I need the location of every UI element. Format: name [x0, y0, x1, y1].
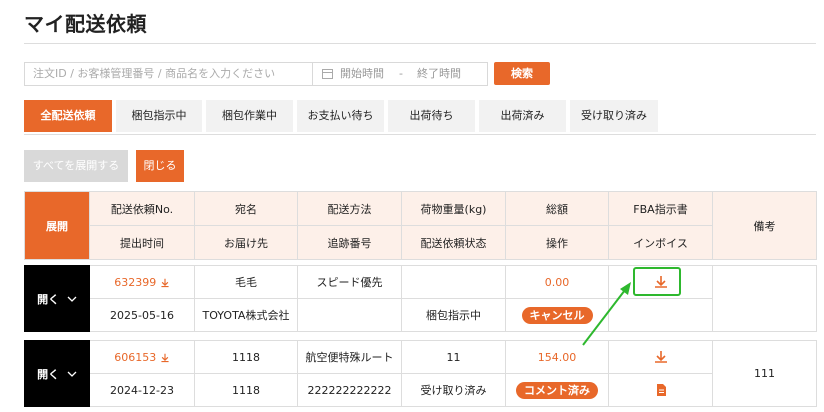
search-button[interactable]: 検索 — [494, 62, 550, 85]
invoice-cell[interactable] — [608, 373, 713, 407]
header-total: 総額 — [505, 191, 609, 226]
tab-packing-instruction[interactable]: 梱包指示中 — [116, 100, 202, 132]
order-total: 0.00 — [505, 265, 609, 299]
order-weight: 11 — [401, 340, 506, 374]
download-icon[interactable] — [160, 353, 170, 363]
start-time-field[interactable]: 開始時間 — [340, 63, 384, 85]
order-status: 梱包指示中 — [401, 298, 506, 332]
date-separator: - — [399, 67, 403, 80]
order-remarks: 111 — [712, 340, 817, 407]
order-tracking — [297, 298, 402, 332]
order-name: 1118 — [194, 340, 298, 374]
order-row: 開く 632399 毛毛 スピード優先 0.00 2025-05-16 TOYO… — [24, 265, 817, 332]
header-weight: 荷物重量(kg) — [401, 191, 506, 226]
page-title: マイ配送依頼 — [24, 12, 147, 36]
header-action: 操作 — [505, 225, 609, 260]
tab-packing-work[interactable]: 梱包作業中 — [206, 100, 293, 132]
download-icon[interactable] — [160, 278, 170, 288]
header-fba: FBA指示書 — [608, 191, 713, 226]
chevron-down-icon — [67, 296, 77, 302]
close-button[interactable]: 閉じる — [136, 150, 184, 182]
open-toggle[interactable]: 開く — [24, 265, 90, 332]
expand-all-button[interactable]: すべてを展開する — [24, 150, 128, 182]
order-name: 毛毛 — [194, 265, 298, 299]
tab-received[interactable]: 受け取り済み — [570, 100, 658, 132]
header-tracking: 追跡番号 — [297, 225, 402, 260]
end-time-field[interactable]: 終了時間 — [417, 63, 461, 85]
header-submit-time: 提出时间 — [89, 225, 195, 260]
order-method: 航空便特殊ルート — [297, 340, 402, 374]
highlight-box — [633, 267, 681, 296]
header-invoice: インボイス — [608, 225, 713, 260]
order-tracking: 222222222222 — [297, 373, 402, 407]
cancel-button[interactable]: キャンセル — [521, 306, 593, 324]
header-address: お届け先 — [194, 225, 298, 260]
header-name: 宛名 — [194, 191, 298, 226]
status-tabs: 全配送依頼 梱包指示中 梱包作業中 お支払い待ち 出荷待ち 出荷済み 受け取り済… — [24, 100, 816, 135]
order-no-link[interactable]: 632399 — [89, 265, 195, 299]
order-address: 1118 — [194, 373, 298, 407]
order-date: 2025-05-16 — [89, 298, 195, 332]
title-divider — [24, 43, 816, 44]
fba-download-icon[interactable] — [654, 350, 668, 364]
tab-awaiting-payment[interactable]: お支払い待ち — [297, 100, 384, 132]
tab-shipped[interactable]: 出荷済み — [479, 100, 566, 132]
order-date: 2024-12-23 — [89, 373, 195, 407]
order-no[interactable]: 606153 — [114, 351, 156, 364]
date-range-picker[interactable]: 開始時間 - 終了時間 — [312, 62, 488, 86]
open-label: 開く — [37, 292, 60, 306]
tab-all[interactable]: 全配送依頼 — [24, 100, 112, 132]
order-no[interactable]: 632399 — [114, 276, 156, 289]
fba-download-cell[interactable] — [608, 340, 713, 374]
header-order-no: 配送依頼No. — [89, 191, 195, 226]
search-input[interactable]: 注文ID / お客様管理番号 / 商品名を入力ください — [24, 62, 313, 86]
order-method: スピード優先 — [297, 265, 402, 299]
header-method: 配送方法 — [297, 191, 402, 226]
open-toggle[interactable]: 開く — [24, 340, 90, 407]
order-no-link[interactable]: 606153 — [89, 340, 195, 374]
expand-column-header: 展開 — [24, 191, 90, 260]
chevron-down-icon — [67, 371, 77, 377]
order-weight — [401, 265, 506, 299]
document-icon[interactable] — [654, 383, 668, 397]
order-remarks — [712, 265, 817, 332]
order-row: 開く 606153 1118 航空便特殊ルート 11 154.00 111 20… — [24, 340, 817, 407]
tab-awaiting-shipment[interactable]: 出荷待ち — [388, 100, 475, 132]
order-address: TOYOTA株式会社 — [194, 298, 298, 332]
order-total: 154.00 — [505, 340, 609, 374]
orders-table-header: 展開 配送依頼No. 宛名 配送方法 荷物重量(kg) 総額 FBA指示書 備考… — [24, 191, 817, 260]
header-status: 配送依頼状态 — [401, 225, 506, 260]
order-status: 受け取り済み — [401, 373, 506, 407]
open-label: 開く — [37, 367, 60, 381]
invoice-cell — [608, 298, 713, 332]
comment-done-button[interactable]: コメント済み — [516, 381, 598, 399]
calendar-icon — [322, 69, 333, 79]
header-remarks: 備考 — [712, 191, 817, 260]
